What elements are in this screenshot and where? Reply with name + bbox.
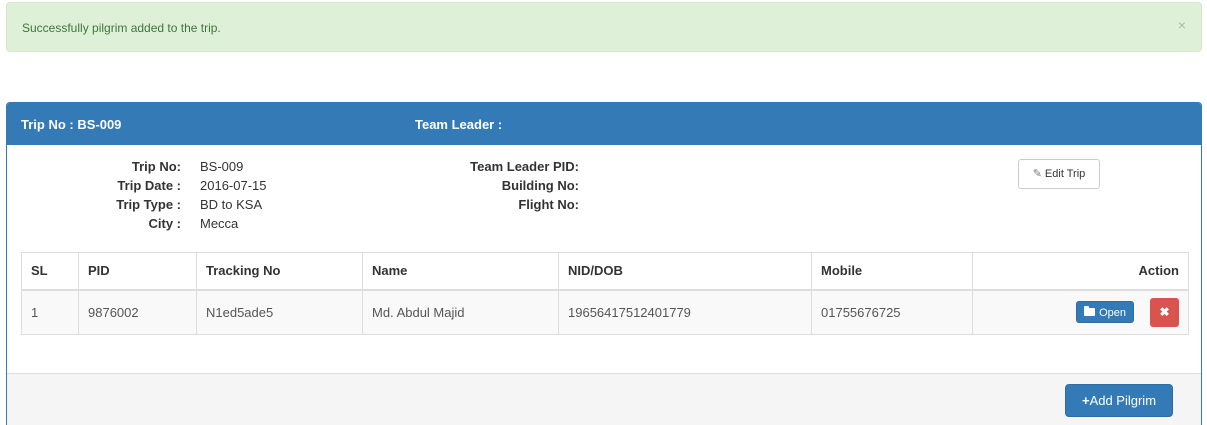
cell-pid: 9876002 <box>78 289 197 335</box>
trip-date-label: Trip Date : <box>117 178 181 193</box>
col-name: Name <box>362 252 559 291</box>
cell-tracking-no: N1ed5ade5 <box>196 289 363 335</box>
panel-footer: +Add Pilgrim <box>7 373 1201 425</box>
trip-info-labels: Trip No: Trip Date : Trip Type : City : <box>97 157 181 233</box>
col-action: Action <box>972 252 1189 291</box>
alert-message: Successfully pilgrim added to the trip. <box>22 21 221 35</box>
add-pilgrim-button[interactable]: +Add Pilgrim <box>1065 384 1173 417</box>
cell-action: Open ✖ <box>972 289 1189 335</box>
cell-mobile: 01755676725 <box>811 289 973 335</box>
trip-info-values: BS-009 2016-07-15 BD to KSA Mecca <box>200 157 320 233</box>
pilgrim-table: SL PID Tracking No Name NID/DOB Mobile A… <box>21 252 1189 335</box>
table-row: 1 9876002 N1ed5ade5 Md. Abdul Majid 1965… <box>21 289 1189 335</box>
trip-type-value: BD to KSA <box>200 197 263 212</box>
delete-icon: ✖ <box>1159 304 1170 319</box>
plus-icon: + <box>1081 393 1090 408</box>
team-leader-heading: Team Leader : <box>415 117 503 132</box>
col-pid: PID <box>78 252 197 291</box>
success-alert: Successfully pilgrim added to the trip. … <box>6 2 1202 52</box>
col-nid-dob: NID/DOB <box>558 252 812 291</box>
trip-no-label: Trip No: <box>131 159 181 174</box>
open-button[interactable]: Open <box>1076 301 1134 324</box>
building-no-label: Building No: <box>501 178 579 193</box>
panel-heading: Trip No : BS-009 Team Leader : <box>7 103 1201 145</box>
flight-no-label: Flight No: <box>518 197 579 212</box>
cell-name: Md. Abdul Majid <box>362 289 559 335</box>
team-leader-pid-label: Team Leader PID: <box>470 159 579 174</box>
edit-trip-button[interactable]: ✎ Edit Trip <box>1018 159 1100 189</box>
folder-open-icon <box>1084 306 1096 317</box>
open-label: Open <box>1099 307 1126 320</box>
delete-button[interactable]: ✖ <box>1150 297 1179 327</box>
edit-trip-label: Edit Trip <box>1044 168 1086 180</box>
trip-type-label: Trip Type : <box>116 197 181 212</box>
trip-panel: Trip No : BS-009 Team Leader : Trip No: … <box>6 102 1202 425</box>
city-label: City : <box>148 216 182 231</box>
trip-number-heading: Trip No : BS-009 <box>21 117 122 132</box>
edit-icon: ✎ <box>1032 168 1042 180</box>
table-header-row: SL PID Tracking No Name NID/DOB Mobile A… <box>21 252 1189 291</box>
leader-info-labels: Team Leader PID: Building No: Flight No: <box>427 157 579 214</box>
close-icon[interactable]: × <box>1178 17 1186 33</box>
city-value: Mecca <box>200 216 239 231</box>
cell-sl: 1 <box>21 289 79 335</box>
trip-date-value: 2016-07-15 <box>200 178 267 193</box>
col-tracking-no: Tracking No <box>196 252 363 291</box>
col-sl: SL <box>21 252 79 291</box>
cell-nid-dob: 19656417512401779 <box>558 289 812 335</box>
trip-no-value: BS-009 <box>200 159 244 174</box>
col-mobile: Mobile <box>811 252 973 291</box>
add-pilgrim-label: Add Pilgrim <box>1089 393 1157 408</box>
